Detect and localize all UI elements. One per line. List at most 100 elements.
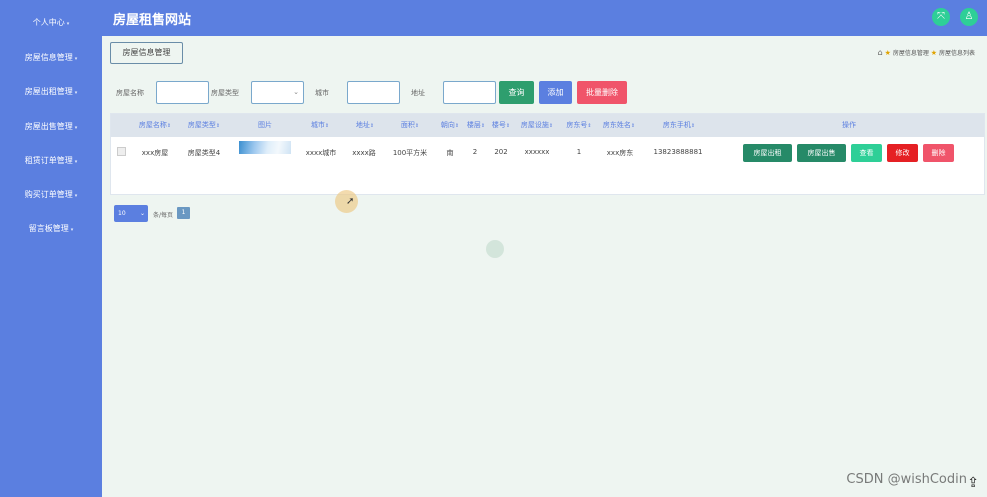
sort-icon: ⇕ [480,123,486,129]
column-header-facilities[interactable]: 房屋设施⇕ [516,114,558,137]
chevron-down-icon: ⌄ [139,210,145,217]
city-label: 城市 [315,89,329,97]
address-label: 地址 [411,89,425,97]
sidebar-item-personal-center[interactable]: 个人中心 ▾ [0,17,102,28]
column-header-landlord-no[interactable]: 房东号⇕ [561,114,597,137]
sort-icon: ⇕ [505,123,511,129]
cell-landlord-name: xxx房东 [606,149,634,157]
sort-icon: ⇕ [548,123,554,129]
fullscreen-icon[interactable]: ⤧ [932,8,950,26]
add-button[interactable]: 添加 [539,81,572,104]
house-image-thumbnail[interactable] [239,141,291,154]
sort-icon: ⇕ [587,123,592,129]
chevron-down-icon: ⌄ [293,88,299,96]
main-content: 房屋信息管理 ⌂ ★ 房屋信息管理 ★ 房屋信息列表 房屋名称 房屋类型 ⌄ 城… [102,36,987,497]
sidebar-item-label: 房屋信息管理 [24,53,73,62]
cell-facilities: xxxxxx [524,148,550,156]
top-bar: 房屋租售网站 ⤧ ♙ [102,0,987,36]
per-page-label: 条/每页 [153,212,174,219]
sort-icon: ⇕ [324,123,330,129]
column-header-orientation[interactable]: 朝向⇕ [436,114,464,137]
house-name-input[interactable] [156,81,209,104]
sidebar-item-label: 留言板管理 [28,224,69,233]
chevron-down-icon: ▾ [74,56,78,62]
address-input[interactable] [443,81,496,104]
delete-button[interactable]: 删除 [923,144,954,162]
sidebar-item-house-sale[interactable]: 房屋出售管理 ▾ [0,121,102,132]
cell-orientation: 南 [446,149,454,157]
sidebar: 个人中心 ▾ 房屋信息管理 ▾ 房屋出租管理 ▾ 房屋出售管理 ▾ 租赁订单管理 ▾ 购买… [0,0,102,497]
table-header: 房屋名称⇕ 房屋类型⇕ 图片 城市⇕ 地址⇕ 面积⇕ 朝向⇕ 楼层⇕ 楼号⇕ 房… [111,114,984,137]
chevron-down-icon: ▾ [70,227,74,233]
house-sell-button[interactable]: 房屋出售 [797,144,846,162]
sidebar-item-label: 个人中心 [32,18,65,27]
cell-house-name: xxx房屋 [141,149,169,157]
column-header-house-name[interactable]: 房屋名称⇕ [133,114,177,137]
column-header-building-no[interactable]: 楼号⇕ [488,114,514,137]
sidebar-item-message-board[interactable]: 留言板管理 ▾ [0,223,102,234]
sidebar-item-label: 房屋出租管理 [24,87,73,96]
cell-landlord-phone: 13823888881 [653,148,703,156]
sort-icon: ⇕ [630,123,636,129]
sidebar-item-lease-orders[interactable]: 租赁订单管理 ▾ [0,155,102,166]
column-header-city[interactable]: 城市⇕ [303,114,337,137]
cursor-icon: ➚ [346,196,355,207]
cell-area: 100平方米 [392,149,428,157]
column-header-actions: 操作 [842,121,856,129]
page-number-button[interactable]: 1 [177,207,190,219]
column-header-landlord-name[interactable]: 房东姓名⇕ [598,114,640,137]
sort-icon: ⇕ [454,123,460,129]
click-indicator [486,240,504,258]
sort-icon: ⇕ [215,123,221,129]
house-type-select[interactable]: ⌄ [251,81,304,104]
column-header-image: 图片 [258,121,272,129]
sidebar-item-label: 租赁订单管理 [24,156,73,165]
row-checkbox[interactable] [117,147,126,156]
sidebar-item-label: 房屋出售管理 [24,122,73,131]
sidebar-item-house-info[interactable]: 房屋信息管理 ▾ [0,52,102,63]
cell-house-type: 房屋类型4 [187,149,221,157]
house-rent-button[interactable]: 房屋出租 [743,144,792,162]
breadcrumb: ⌂ ★ 房屋信息管理 ★ 房屋信息列表 [878,48,975,57]
chevron-down-icon: ▾ [74,125,78,131]
chevron-down-icon: ▾ [74,193,78,199]
chevron-down-icon: ▾ [66,21,70,27]
cell-address: xxxx路 [352,149,376,157]
breadcrumb-item: 房屋信息列表 [938,50,975,57]
column-header-address[interactable]: 地址⇕ [348,114,382,137]
sort-icon: ⇕ [369,123,375,129]
user-icon[interactable]: ♙ [960,8,978,26]
house-name-label: 房屋名称 [116,89,144,97]
cell-building-no: 202 [494,148,508,156]
query-button[interactable]: 查询 [499,81,534,104]
chevron-down-icon: ▾ [74,90,78,96]
sidebar-item-purchase-orders[interactable]: 购买订单管理 ▾ [0,189,102,200]
house-type-label: 房屋类型 [211,89,239,97]
column-header-house-type[interactable]: 房屋类型⇕ [181,114,227,137]
sort-icon: ⇕ [166,123,172,129]
sidebar-item-house-rent[interactable]: 房屋出租管理 ▾ [0,86,102,97]
star-icon: ★ [884,49,891,57]
house-table: 房屋名称⇕ 房屋类型⇕ 图片 城市⇕ 地址⇕ 面积⇕ 朝向⇕ 楼层⇕ 楼号⇕ 房… [110,113,985,195]
column-header-area[interactable]: 面积⇕ [390,114,430,137]
star-icon: ★ [930,49,938,57]
cell-city: xxxx城市 [305,149,337,157]
sidebar-item-label: 购买订单管理 [24,190,73,199]
watermark: CSDN @wishCodin [846,472,967,487]
cell-landlord-no: 1 [576,148,582,156]
column-header-floor[interactable]: 楼层⇕ [463,114,489,137]
home-icon[interactable]: ⌂ [878,48,883,57]
city-input[interactable] [347,81,400,104]
chevron-down-icon: ▾ [74,159,78,165]
view-button[interactable]: 查看 [851,144,882,162]
edit-button[interactable]: 修改 [887,144,918,162]
scroll-to-top-icon[interactable]: ⇪ [967,475,979,491]
batch-delete-button[interactable]: 批量删除 [577,81,627,104]
breadcrumb-section-button[interactable]: 房屋信息管理 [110,42,183,64]
column-header-landlord-phone[interactable]: 房东手机⇕ [651,114,707,137]
breadcrumb-item[interactable]: 房屋信息管理 [893,50,929,57]
site-title: 房屋租售网站 [113,13,192,28]
page-size-select[interactable]: 10 ⌄ [114,205,148,222]
sort-icon: ⇕ [690,123,696,129]
cell-floor: 2 [472,148,478,156]
